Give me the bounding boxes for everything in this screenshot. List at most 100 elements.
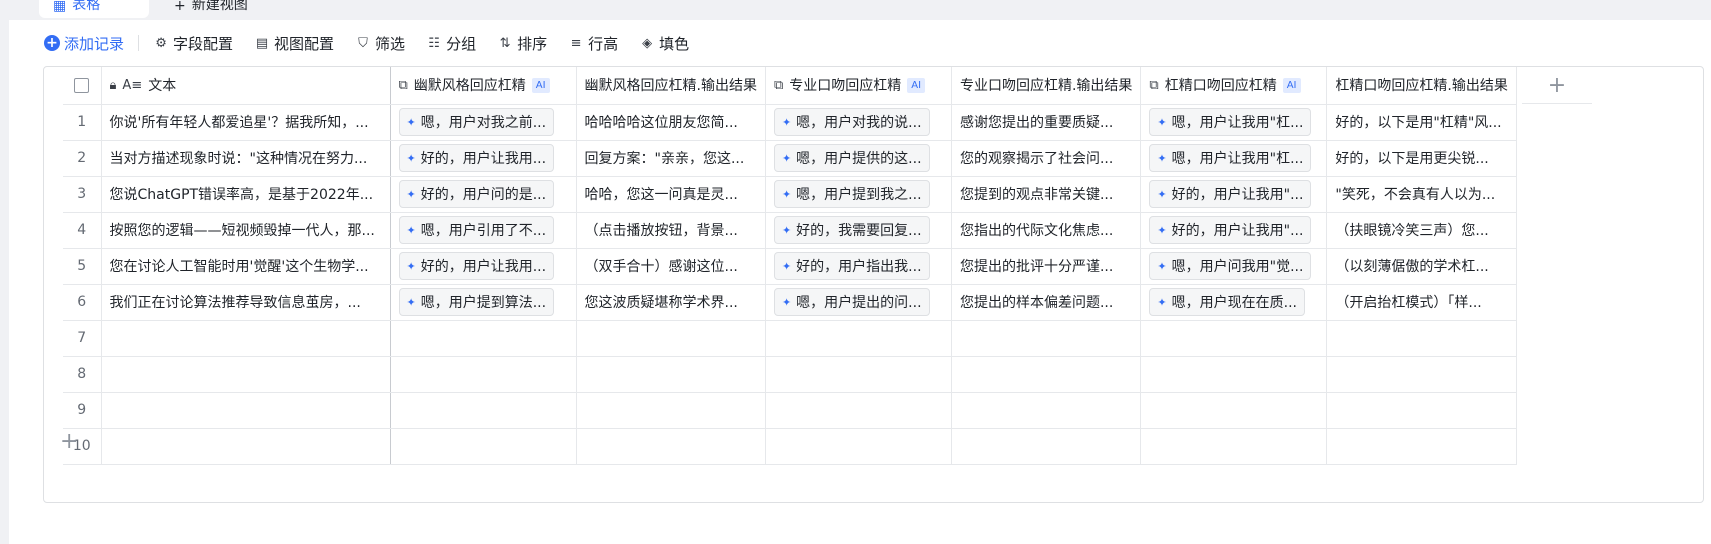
fill-color-button[interactable]: ◈ 填色	[639, 33, 689, 54]
cell-ai[interactable]: ✦ 好的，用户让我用"...	[1140, 212, 1328, 249]
empty-cell[interactable]	[1326, 356, 1517, 393]
group-button[interactable]: ☷ 分组	[426, 33, 476, 54]
cell-ai[interactable]: ✦ 嗯，用户提到我之...	[765, 176, 952, 213]
ai-result-tag[interactable]: ✦ 嗯，用户让我用"杠...	[1149, 108, 1312, 136]
cell-output[interactable]: 好的，以下是用"杠精"风...	[1326, 104, 1517, 141]
cell-ai[interactable]: ✦ 嗯，用户提出的问...	[765, 284, 952, 321]
cell-ai[interactable]: ✦ 嗯，用户对我的说...	[765, 104, 952, 141]
cell-output[interactable]: 感谢您提出的重要质疑...	[951, 104, 1142, 141]
ai-result-tag[interactable]: ✦ 嗯，用户提到算法...	[398, 288, 555, 316]
cell-output[interactable]: "笑死，不会真有人以为...	[1326, 176, 1517, 213]
empty-cell[interactable]	[576, 320, 766, 357]
column-header-text[interactable]: 🔒︎ A≡ 文本	[101, 67, 391, 105]
cell-output[interactable]: 您提出的样本偏差问题...	[951, 284, 1142, 321]
empty-cell[interactable]	[1140, 392, 1328, 429]
empty-cell[interactable]	[576, 428, 766, 465]
column-header-professional-output[interactable]: 专业口吻回应杠精.输出结果	[951, 67, 1142, 105]
column-header-troll-output[interactable]: 杠精口吻回应杠精.输出结果	[1326, 67, 1517, 105]
empty-cell[interactable]	[1326, 392, 1517, 429]
cell-output[interactable]: （点击播放按钮，背景...	[576, 212, 766, 249]
filter-button[interactable]: ⛉ 筛选	[355, 33, 405, 54]
cell-ai[interactable]: ✦ 嗯，用户对我之前...	[390, 104, 577, 141]
empty-cell[interactable]	[951, 356, 1142, 393]
row-height-button[interactable]: ≡ 行高	[568, 33, 618, 54]
cell-output[interactable]: 回复方案："亲亲，您这...	[576, 140, 766, 177]
cell-output[interactable]: 您这波质疑堪称学术界...	[576, 284, 766, 321]
empty-cell[interactable]	[951, 392, 1142, 429]
empty-cell[interactable]	[1140, 356, 1328, 393]
cell-ai[interactable]: ✦ 嗯，用户提供的这...	[765, 140, 952, 177]
cell-output[interactable]: （双手合十）感谢这位...	[576, 248, 766, 285]
cell-ai[interactable]: ✦ 嗯，用户现在在质...	[1140, 284, 1328, 321]
ai-result-tag[interactable]: ✦ 嗯，用户现在在质...	[1149, 288, 1305, 316]
empty-cell[interactable]	[1326, 320, 1517, 357]
empty-cell[interactable]	[1140, 428, 1328, 465]
ai-result-tag[interactable]: ✦ 嗯，用户提供的这...	[773, 144, 930, 172]
ai-result-tag[interactable]: ✦ 嗯，用户对我之前...	[398, 108, 555, 136]
add-column-button[interactable]: +	[1522, 67, 1592, 104]
sort-button[interactable]: ⇅ 排序	[497, 33, 547, 54]
tab-table[interactable]: ▦ 表格	[39, 0, 149, 18]
add-record-button[interactable]: + 添加记录	[44, 33, 124, 54]
cell-text[interactable]: 你说'所有年轻人都爱追星'？据我所知，...	[101, 104, 391, 141]
ai-result-tag[interactable]: ✦ 好的，我需要回复...	[773, 216, 930, 244]
table-row[interactable]: 3 您说ChatGPT错误率高，是基于2022年... ✦ 好的，用户问的是...…	[63, 176, 1517, 213]
cell-output[interactable]: 您提出的批评十分严谨...	[951, 248, 1142, 285]
cell-ai[interactable]: ✦ 嗯，用户让我用"杠...	[1140, 140, 1328, 177]
ai-result-tag[interactable]: ✦ 好的，用户指出我...	[773, 252, 930, 280]
cell-output[interactable]: 您提到的观点非常关键...	[951, 176, 1142, 213]
empty-cell[interactable]	[576, 392, 766, 429]
ai-result-tag[interactable]: ✦ 嗯，用户问我用"觉...	[1149, 252, 1312, 280]
ai-result-tag[interactable]: ✦ 嗯，用户对我的说...	[773, 108, 930, 136]
empty-cell[interactable]	[765, 356, 952, 393]
cell-ai[interactable]: ✦ 好的，用户让我用...	[390, 140, 577, 177]
empty-cell[interactable]	[390, 392, 577, 429]
cell-output[interactable]: 好的，以下是用更尖锐...	[1326, 140, 1517, 177]
cell-ai[interactable]: ✦ 好的，用户让我用...	[390, 248, 577, 285]
cell-text[interactable]: 当对方描述现象时说："这种情况在努力...	[101, 140, 391, 177]
empty-cell[interactable]	[101, 320, 391, 357]
cell-ai[interactable]: ✦ 嗯，用户引用了不...	[390, 212, 577, 249]
column-header-troll-ai[interactable]: ⧉ 杠精口吻回应杠精 AI	[1140, 67, 1328, 105]
empty-cell[interactable]	[951, 320, 1142, 357]
cell-ai[interactable]: ✦ 好的，用户问的是...	[390, 176, 577, 213]
select-all-checkbox[interactable]	[74, 77, 90, 93]
empty-row[interactable]: 10	[63, 428, 1517, 465]
empty-cell[interactable]	[951, 428, 1142, 465]
cell-ai[interactable]: ✦ 好的，用户让我用"...	[1140, 176, 1328, 213]
ai-result-tag[interactable]: ✦ 嗯，用户引用了不...	[398, 216, 555, 244]
empty-cell[interactable]	[765, 392, 952, 429]
field-config-button[interactable]: ⚙ 字段配置	[153, 33, 233, 54]
cell-output[interactable]: （扶眼镜冷笑三声）您...	[1326, 212, 1517, 249]
empty-cell[interactable]	[576, 356, 766, 393]
empty-cell[interactable]	[765, 428, 952, 465]
cell-text[interactable]: 您说ChatGPT错误率高，是基于2022年...	[101, 176, 391, 213]
ai-result-tag[interactable]: ✦ 好的，用户让我用...	[398, 144, 555, 172]
cell-text[interactable]: 我们正在讨论算法推荐导致信息茧房，...	[101, 284, 391, 321]
table-row[interactable]: 4 按照您的逻辑——短视频毁掉一代人，那... ✦ 嗯，用户引用了不... （点击…	[63, 212, 1517, 249]
cell-output[interactable]: 哈哈，您这一问真是灵...	[576, 176, 766, 213]
table-row[interactable]: 5 您在讨论人工智能时用'觉醒'这个生物学... ✦ 好的，用户让我用... （双…	[63, 248, 1517, 285]
table-row[interactable]: 6 我们正在讨论算法推荐导致信息茧房，... ✦ 嗯，用户提到算法... 您这波质…	[63, 284, 1517, 321]
table-row[interactable]: 2 当对方描述现象时说："这种情况在努力... ✦ 好的，用户让我用... 回复方…	[63, 140, 1517, 177]
cell-text[interactable]: 您在讨论人工智能时用'觉醒'这个生物学...	[101, 248, 391, 285]
empty-cell[interactable]	[1326, 428, 1517, 465]
select-all-header[interactable]	[63, 67, 102, 105]
empty-cell[interactable]	[101, 428, 391, 465]
cell-ai[interactable]: ✦ 嗯，用户问我用"觉...	[1140, 248, 1328, 285]
empty-row[interactable]: 7	[63, 320, 1517, 357]
empty-cell[interactable]	[101, 356, 391, 393]
view-config-button[interactable]: ▤ 视图配置	[254, 33, 334, 54]
cell-output[interactable]: 您的观察揭示了社会问...	[951, 140, 1142, 177]
empty-cell[interactable]	[390, 428, 577, 465]
cell-ai[interactable]: ✦ 好的，用户指出我...	[765, 248, 952, 285]
ai-result-tag[interactable]: ✦ 好的，用户让我用...	[398, 252, 555, 280]
empty-cell[interactable]	[390, 320, 577, 357]
cell-output[interactable]: （以刻薄倨傲的学术杠...	[1326, 248, 1517, 285]
column-header-professional-ai[interactable]: ⧉ 专业口吻回应杠精 AI	[765, 67, 952, 105]
ai-result-tag[interactable]: ✦ 嗯，用户提到我之...	[773, 180, 930, 208]
ai-result-tag[interactable]: ✦ 好的，用户让我用"...	[1149, 180, 1312, 208]
cell-output[interactable]: （开启抬杠模式）「样...	[1326, 284, 1517, 321]
cell-output[interactable]: 您指出的代际文化焦虑...	[951, 212, 1142, 249]
ai-result-tag[interactable]: ✦ 嗯，用户提出的问...	[773, 288, 930, 316]
